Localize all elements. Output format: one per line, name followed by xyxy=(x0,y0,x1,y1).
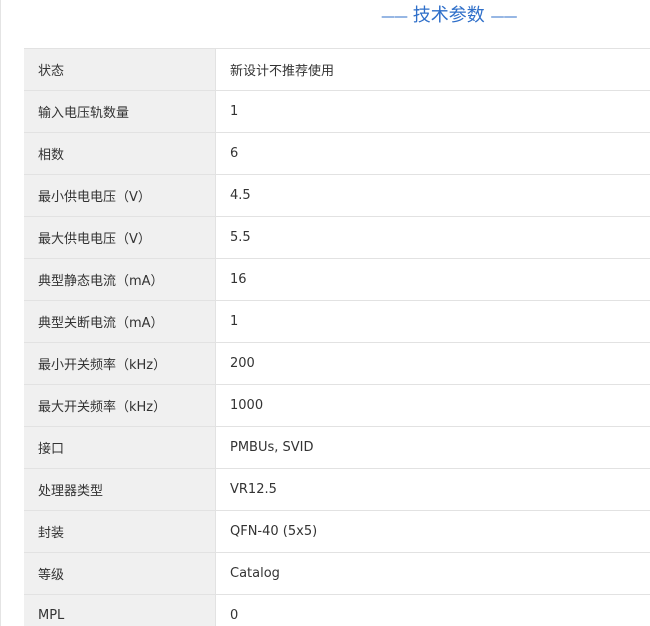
param-value: 0 xyxy=(215,594,650,626)
title-dash-left: —— xyxy=(381,9,408,25)
param-label: 最大供电电压（V） xyxy=(24,216,216,259)
param-value: 16 xyxy=(215,258,650,301)
table-row: 典型关断电流（mA） 1 xyxy=(24,300,650,343)
parameters-table: 状态 新设计不推荐使用 输入电压轨数量 1 相数 6 最小供电电压（V） 4.5… xyxy=(24,48,650,626)
param-value: 1000 xyxy=(215,384,650,427)
param-label: 接口 xyxy=(24,426,216,469)
param-value: 6 xyxy=(215,132,650,175)
param-label: 最小开关频率（kHz） xyxy=(24,342,216,385)
param-value: VR12.5 xyxy=(215,468,650,511)
table-row: 输入电压轨数量 1 xyxy=(24,90,650,133)
title-text: 技术参数 xyxy=(412,5,485,26)
param-value: 新设计不推荐使用 xyxy=(215,48,650,91)
table-row: 最小供电电压（V） 4.5 xyxy=(24,174,650,217)
param-value: 5.5 xyxy=(215,216,650,259)
table-row: 典型静态电流（mA） 16 xyxy=(24,258,650,301)
table-row: 接口 PMBUs, SVID xyxy=(24,426,650,469)
param-label: 典型关断电流（mA） xyxy=(24,300,216,343)
param-value: 1 xyxy=(215,90,650,133)
param-label: 相数 xyxy=(24,132,216,175)
param-value: PMBUs, SVID xyxy=(215,426,650,469)
param-label: 状态 xyxy=(24,48,216,91)
param-label: 典型静态电流（mA） xyxy=(24,258,216,301)
param-label: MPL xyxy=(24,594,216,626)
table-row: MPL 0 xyxy=(24,594,650,626)
table-row: 封装 QFN-40 (5x5) xyxy=(24,510,650,553)
param-value: 1 xyxy=(215,300,650,343)
param-label: 封装 xyxy=(24,510,216,553)
table-row: 相数 6 xyxy=(24,132,650,175)
param-label: 输入电压轨数量 xyxy=(24,90,216,133)
section-title: —— 技术参数 —— xyxy=(1,0,650,32)
param-label: 最大开关频率（kHz） xyxy=(24,384,216,427)
table-row: 处理器类型 VR12.5 xyxy=(24,468,650,511)
param-value: 4.5 xyxy=(215,174,650,217)
table-row: 最大开关频率（kHz） 1000 xyxy=(24,384,650,427)
param-value: QFN-40 (5x5) xyxy=(215,510,650,553)
table-row: 等级 Catalog xyxy=(24,552,650,595)
table-row: 状态 新设计不推荐使用 xyxy=(24,48,650,91)
table-row: 最大供电电压（V） 5.5 xyxy=(24,216,650,259)
table-row: 最小开关频率（kHz） 200 xyxy=(24,342,650,385)
param-label: 处理器类型 xyxy=(24,468,216,511)
title-dash-right: —— xyxy=(490,9,517,25)
page-frame: —— 技术参数 —— 状态 新设计不推荐使用 输入电压轨数量 1 相数 6 最小… xyxy=(0,0,650,626)
param-label: 最小供电电压（V） xyxy=(24,174,216,217)
param-label: 等级 xyxy=(24,552,216,595)
param-value: Catalog xyxy=(215,552,650,595)
param-value: 200 xyxy=(215,342,650,385)
